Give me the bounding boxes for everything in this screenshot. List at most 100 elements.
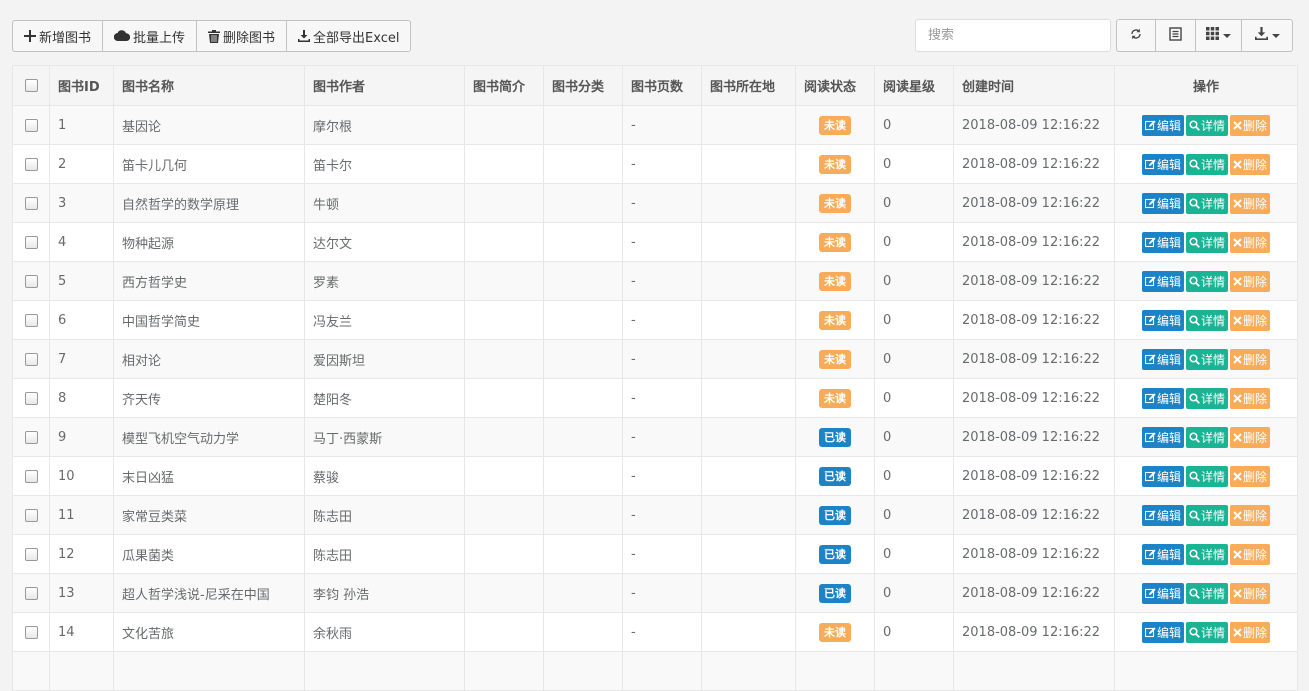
status-badge: 未读 <box>819 271 851 291</box>
delete-button[interactable]: 删除 <box>1230 621 1271 643</box>
row-checkbox[interactable] <box>24 235 38 249</box>
table-row[interactable]: 9 模型飞机空气动力学 马丁·西蒙斯 - 已读 0 2018-08-09 12:16:22 编… <box>12 417 1298 457</box>
header-id[interactable]: 图书ID <box>49 65 114 106</box>
header-location[interactable]: 图书所在地 <box>701 65 796 106</box>
header-author[interactable]: 图书作者 <box>304 65 465 106</box>
delete-button[interactable]: 删除 <box>1230 231 1271 253</box>
cell-intro <box>464 183 544 223</box>
edit-button[interactable]: 编辑 <box>1141 192 1184 214</box>
row-checkbox[interactable] <box>24 547 38 561</box>
cell-location <box>701 183 796 223</box>
table-row[interactable]: 4 物种起源 达尔文 - 未读 0 2018-08-09 12:16:22 编辑 详情 删除 <box>12 222 1298 262</box>
add-book-button[interactable]: 新增图书 <box>12 20 104 52</box>
table-row[interactable]: 5 西方哲学史 罗素 - 未读 0 2018-08-09 12:16:22 编辑 详情 删除 <box>12 261 1298 301</box>
delete-button[interactable]: 删除 <box>1230 192 1271 214</box>
delete-button[interactable]: 删除 <box>1230 270 1271 292</box>
header-created[interactable]: 创建时间 <box>953 65 1115 106</box>
detail-button[interactable]: 详情 <box>1185 543 1228 565</box>
detail-button[interactable]: 详情 <box>1185 231 1228 253</box>
cell-pages: - <box>622 261 702 301</box>
row-checkbox[interactable] <box>24 508 38 522</box>
detail-button[interactable]: 详情 <box>1185 192 1228 214</box>
table-row[interactable] <box>12 651 1298 691</box>
edit-button[interactable]: 编辑 <box>1141 465 1184 487</box>
detail-button[interactable]: 详情 <box>1185 309 1228 331</box>
detail-button[interactable]: 详情 <box>1185 114 1228 136</box>
detail-button[interactable]: 详情 <box>1185 348 1228 370</box>
row-checkbox[interactable] <box>24 430 38 444</box>
edit-button[interactable]: 编辑 <box>1141 231 1184 253</box>
detail-button[interactable]: 详情 <box>1185 465 1228 487</box>
edit-button[interactable]: 编辑 <box>1141 348 1184 370</box>
edit-button[interactable]: 编辑 <box>1141 504 1184 526</box>
delete-button[interactable]: 删除 <box>1230 465 1271 487</box>
detail-button[interactable]: 详情 <box>1185 582 1228 604</box>
table-row[interactable]: 12 瓜果菌类 陈志田 - 已读 0 2018-08-09 12:16:22 编辑 详情 删除 <box>12 534 1298 574</box>
header-stars[interactable]: 阅读星级 <box>874 65 954 106</box>
detail-button[interactable]: 详情 <box>1185 387 1228 409</box>
detail-button[interactable]: 详情 <box>1185 153 1228 175</box>
toggle-view-button[interactable] <box>1155 19 1196 52</box>
header-intro[interactable]: 图书简介 <box>464 65 544 106</box>
table-row[interactable]: 2 笛卡儿几何 笛卡尔 - 未读 0 2018-08-09 12:16:22 编辑 详情 删除 <box>12 144 1298 184</box>
detail-button[interactable]: 详情 <box>1185 426 1228 448</box>
search-input[interactable] <box>915 19 1111 52</box>
table-row[interactable]: 13 超人哲学浅说-尼采在中国 李钧 孙浩 - 已读 0 2018-08-09 12:16:… <box>12 573 1298 613</box>
table-row[interactable]: 8 齐天传 楚阳冬 - 未读 0 2018-08-09 12:16:22 编辑 详情 删除 <box>12 378 1298 418</box>
row-checkbox[interactable] <box>24 196 38 210</box>
header-name[interactable]: 图书名称 <box>113 65 305 106</box>
row-checkbox[interactable] <box>24 586 38 600</box>
edit-button[interactable]: 编辑 <box>1141 153 1184 175</box>
row-checkbox[interactable] <box>24 274 38 288</box>
delete-button[interactable]: 删除 <box>1230 348 1271 370</box>
detail-label: 详情 <box>1200 508 1225 523</box>
delete-button[interactable]: 删除 <box>1230 426 1271 448</box>
delete-button[interactable]: 删除 <box>1230 387 1271 409</box>
table-row[interactable]: 1 基因论 摩尔根 - 未读 0 2018-08-09 12:16:22 编辑 详情 删除 <box>12 105 1298 145</box>
header-status[interactable]: 阅读状态 <box>795 65 875 106</box>
row-checkbox[interactable] <box>24 352 38 366</box>
edit-button[interactable]: 编辑 <box>1141 621 1184 643</box>
delete-button[interactable]: 删除 <box>1230 153 1271 175</box>
row-checkbox[interactable] <box>24 469 38 483</box>
columns-dropdown-button[interactable] <box>1195 19 1242 52</box>
row-checkbox[interactable] <box>24 157 38 171</box>
delete-button[interactable]: 删除 <box>1230 309 1271 331</box>
detail-button[interactable]: 详情 <box>1185 270 1228 292</box>
row-checkbox[interactable] <box>24 118 38 132</box>
edit-button[interactable]: 编辑 <box>1141 582 1184 604</box>
row-checkbox[interactable] <box>24 625 38 639</box>
edit-button[interactable]: 编辑 <box>1141 387 1184 409</box>
delete-button[interactable]: 删除 <box>1230 543 1271 565</box>
cell-pages: - <box>622 378 702 418</box>
row-checkbox[interactable] <box>24 391 38 405</box>
edit-button[interactable]: 编辑 <box>1141 270 1184 292</box>
detail-button[interactable]: 详情 <box>1185 621 1228 643</box>
header-category[interactable]: 图书分类 <box>543 65 623 106</box>
refresh-button[interactable] <box>1116 19 1156 52</box>
table-row[interactable]: 10 末日凶猛 蔡骏 - 已读 0 2018-08-09 12:16:22 编辑 详情 删除 <box>12 456 1298 496</box>
header-pages[interactable]: 图书页数 <box>622 65 702 106</box>
table-row[interactable]: 11 家常豆类菜 陈志田 - 已读 0 2018-08-09 12:16:22 编辑 详情 删除 <box>12 495 1298 535</box>
delete-book-button[interactable]: 删除图书 <box>196 20 288 52</box>
delete-button[interactable]: 删除 <box>1230 582 1271 604</box>
table-row[interactable]: 3 自然哲学的数学原理 牛顿 - 未读 0 2018-08-09 12:16:22 编辑 详情 删… <box>12 183 1298 223</box>
select-all-checkbox[interactable] <box>24 79 38 92</box>
cell-author: 罗素 <box>304 261 465 301</box>
batch-upload-button[interactable]: 批量上传 <box>102 20 198 52</box>
edit-button[interactable]: 编辑 <box>1141 543 1184 565</box>
edit-button[interactable]: 编辑 <box>1141 114 1184 136</box>
delete-button[interactable]: 删除 <box>1230 504 1271 526</box>
export-excel-button[interactable]: 全部导出Excel <box>286 20 412 52</box>
delete-button[interactable]: 删除 <box>1230 114 1271 136</box>
edit-button[interactable]: 编辑 <box>1141 309 1184 331</box>
cell-stars: 0 <box>874 417 954 457</box>
detail-button[interactable]: 详情 <box>1185 504 1228 526</box>
edit-button[interactable]: 编辑 <box>1141 426 1184 448</box>
table-row[interactable]: 7 相对论 爱因斯坦 - 未读 0 2018-08-09 12:16:22 编辑 详情 删除 <box>12 339 1298 379</box>
edit-label: 编辑 <box>1156 196 1181 211</box>
export-dropdown-button[interactable] <box>1241 19 1293 52</box>
table-row[interactable]: 6 中国哲学简史 冯友兰 - 未读 0 2018-08-09 12:16:22 编辑 详情 删除 <box>12 300 1298 340</box>
row-checkbox[interactable] <box>24 313 38 327</box>
table-row[interactable]: 14 文化苦旅 余秋雨 - 未读 0 2018-08-09 12:16:22 编辑 详情 删除 <box>12 612 1298 652</box>
